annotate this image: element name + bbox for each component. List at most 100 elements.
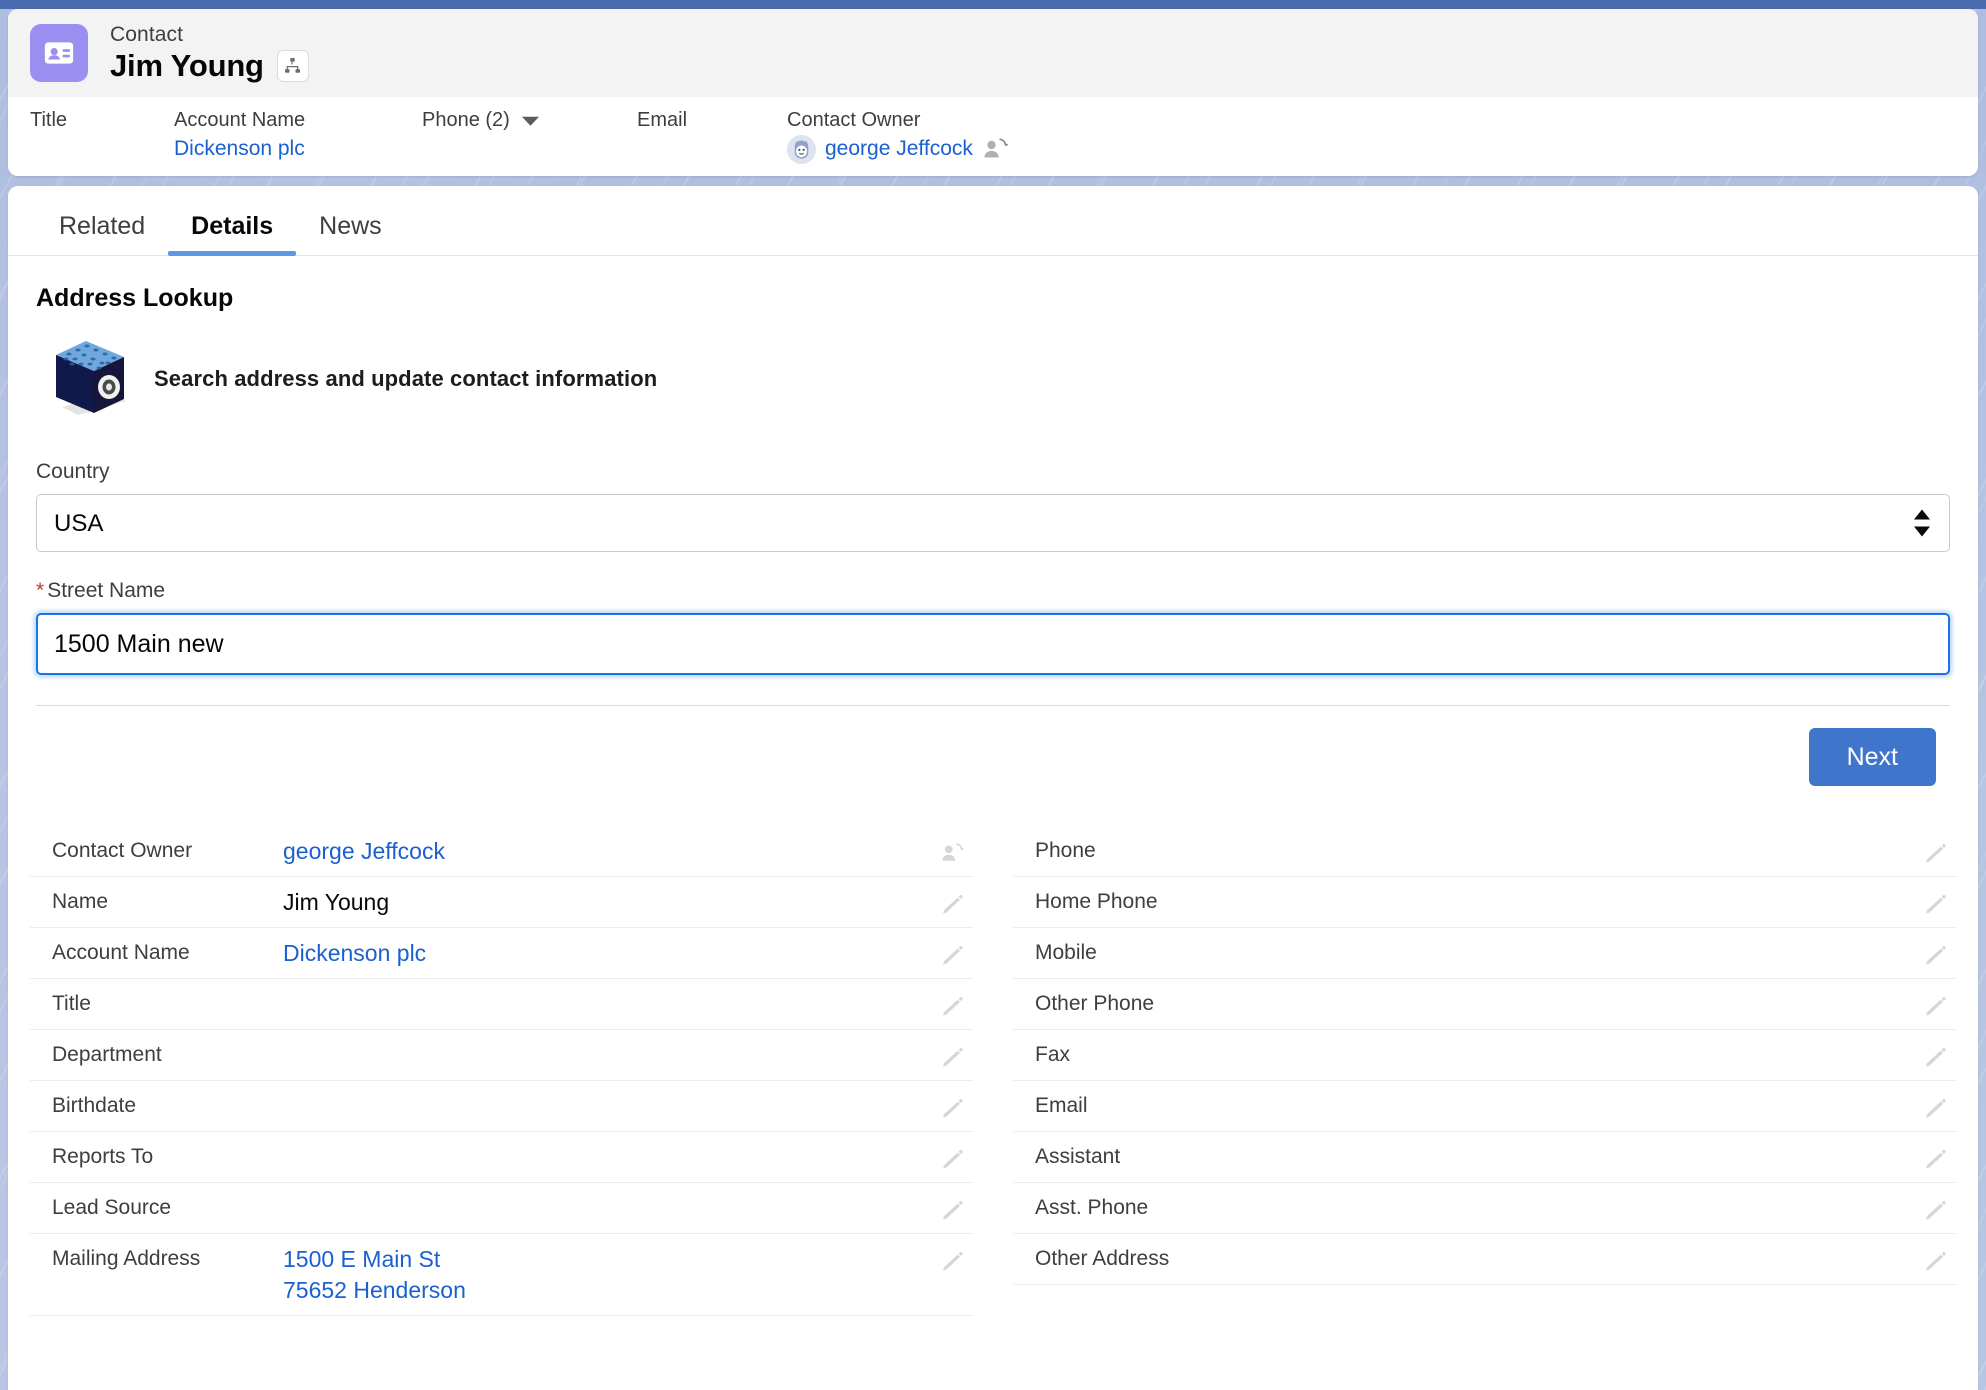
detail-row-account-name: Account Name Dickenson plc xyxy=(30,928,973,979)
record-header-top: Contact Jim Young xyxy=(8,9,1978,97)
detail-row-reports-to: Reports To xyxy=(30,1132,973,1183)
pencil-icon[interactable] xyxy=(937,940,967,970)
country-label: Country xyxy=(36,460,110,483)
detail-label-birthdate: Birthdate xyxy=(52,1094,137,1117)
top-accent-strip xyxy=(0,0,1986,9)
details-right-column: Phone Home Phone Mobile Other Phone Fax … xyxy=(1013,826,1956,1316)
contact-owner-link[interactable]: george Jeffcock xyxy=(825,134,973,164)
pencil-icon[interactable] xyxy=(937,889,967,919)
highlight-field-email: Email xyxy=(637,107,787,176)
detail-value-mailing-address: 1500 E Main St 75652 Henderson xyxy=(283,1244,973,1306)
detail-label-other-phone: Other Phone xyxy=(1035,992,1155,1015)
detail-label-department: Department xyxy=(52,1043,162,1066)
blue-cube-logo-icon xyxy=(48,335,132,423)
detail-label-reports-to: Reports To xyxy=(52,1145,154,1168)
change-owner-icon[interactable] xyxy=(982,137,1008,161)
detail-label-home-phone: Home Phone xyxy=(1035,890,1158,913)
pencil-icon[interactable] xyxy=(1920,940,1950,970)
country-select[interactable]: USA xyxy=(36,494,1950,552)
org-hierarchy-icon xyxy=(285,57,301,73)
page-title: Jim Young xyxy=(110,47,264,83)
detail-contact-owner-link[interactable]: george Jeffcock xyxy=(283,838,445,864)
street-name-label-text: Street Name xyxy=(47,579,166,602)
detail-value-account-name: Dickenson plc xyxy=(283,938,973,969)
detail-row-mobile: Mobile xyxy=(1013,928,1956,979)
highlight-field-title: Title xyxy=(30,107,174,176)
pencil-icon[interactable] xyxy=(1920,1195,1950,1225)
pencil-icon[interactable] xyxy=(1920,838,1950,868)
details-left-column: Contact Owner george Jeffcock Name Jim Y… xyxy=(30,826,973,1316)
street-input-wrap xyxy=(36,613,1950,675)
detail-row-phone: Phone xyxy=(1013,826,1956,877)
highlight-value-contact-owner: george Jeffcock xyxy=(787,134,1187,164)
pencil-icon[interactable] xyxy=(937,1246,967,1276)
address-lookup-section: Address Lookup Search address and update… xyxy=(8,284,1978,786)
detail-value-name: Jim Young xyxy=(283,889,390,915)
detail-label-contact-owner: Contact Owner xyxy=(52,839,193,862)
required-star-icon: * xyxy=(36,579,45,602)
pencil-icon[interactable] xyxy=(1920,889,1950,919)
detail-label-assistant: Assistant xyxy=(1035,1145,1121,1168)
tab-related[interactable]: Related xyxy=(36,211,168,255)
record-name-row: Jim Young xyxy=(110,47,309,85)
highlight-field-phone[interactable]: Phone (2) xyxy=(422,107,637,176)
detail-row-home-phone: Home Phone xyxy=(1013,877,1956,928)
highlight-label-account-name: Account Name xyxy=(174,109,306,131)
view-hierarchy-button[interactable] xyxy=(276,49,309,82)
pencil-icon[interactable] xyxy=(937,1042,967,1072)
detail-row-lead-source: Lead Source xyxy=(30,1183,973,1234)
change-owner-icon[interactable] xyxy=(937,838,967,868)
detail-row-contact-owner: Contact Owner george Jeffcock xyxy=(30,826,973,877)
detail-row-name: Name Jim Young xyxy=(30,877,973,928)
highlight-label-title: Title xyxy=(30,109,68,131)
detail-value-contact-owner: george Jeffcock xyxy=(283,836,973,867)
highlight-label-email: Email xyxy=(637,109,688,131)
pencil-icon[interactable] xyxy=(1920,991,1950,1021)
address-lookup-header-row: Search address and update contact inform… xyxy=(36,335,1950,423)
pencil-icon[interactable] xyxy=(937,1144,967,1174)
avatar xyxy=(787,134,816,164)
detail-row-other-phone: Other Phone xyxy=(1013,979,1956,1030)
detail-row-email: Email xyxy=(1013,1081,1956,1132)
detail-row-birthdate: Birthdate xyxy=(30,1081,973,1132)
pencil-icon[interactable] xyxy=(937,1195,967,1225)
pencil-icon[interactable] xyxy=(1920,1093,1950,1123)
pencil-icon[interactable] xyxy=(1920,1042,1950,1072)
detail-row-department: Department xyxy=(30,1030,973,1081)
country-select-wrap: USA xyxy=(36,494,1950,552)
highlights-fields: Title Account Name Dickenson plc Phone (… xyxy=(8,97,1978,176)
pencil-icon[interactable] xyxy=(1920,1144,1950,1174)
contact-details-grid: Contact Owner george Jeffcock Name Jim Y… xyxy=(8,826,1978,1316)
mailing-address-line-2[interactable]: 75652 Henderson xyxy=(283,1275,913,1306)
pencil-icon[interactable] xyxy=(937,1093,967,1123)
highlight-label-phone[interactable]: Phone (2) xyxy=(422,107,637,134)
highlight-field-contact-owner: Contact Owner george Jeffcock xyxy=(787,107,1187,176)
detail-row-fax: Fax xyxy=(1013,1030,1956,1081)
detail-row-mailing-address: Mailing Address 1500 E Main St 75652 Hen… xyxy=(30,1234,973,1316)
street-name-input[interactable] xyxy=(36,613,1950,675)
pencil-icon[interactable] xyxy=(1920,1246,1950,1276)
country-field: Country USA xyxy=(36,459,1950,552)
contact-card-icon xyxy=(30,24,88,82)
tab-news[interactable]: News xyxy=(296,211,405,255)
record-header-card: Contact Jim Young Title Account Name Dic… xyxy=(8,9,1978,176)
record-detail-card: Related Details News Address Lookup Sear… xyxy=(8,186,1978,1390)
pencil-icon[interactable] xyxy=(937,991,967,1021)
next-button[interactable]: Next xyxy=(1808,728,1936,786)
tab-details[interactable]: Details xyxy=(168,211,297,256)
chevron-down-icon[interactable] xyxy=(521,115,540,127)
object-type-label: Contact xyxy=(110,22,184,46)
detail-account-name-link[interactable]: Dickenson plc xyxy=(283,940,426,966)
detail-label-fax: Fax xyxy=(1035,1043,1071,1066)
detail-label-phone: Phone xyxy=(1035,839,1096,862)
street-name-field: * Street Name xyxy=(36,578,1950,675)
record-tabs: Related Details News xyxy=(8,186,1978,256)
detail-label-account-name: Account Name xyxy=(52,941,190,964)
next-button-row: Next xyxy=(36,706,1950,786)
highlight-value-account-name: Dickenson plc xyxy=(174,134,422,164)
detail-label-email: Email xyxy=(1035,1094,1088,1117)
account-name-link[interactable]: Dickenson plc xyxy=(174,134,305,164)
phone-label-text: Phone (2) xyxy=(422,109,510,131)
mailing-address-line-1[interactable]: 1500 E Main St xyxy=(283,1244,913,1275)
address-lookup-title: Address Lookup xyxy=(36,284,234,312)
